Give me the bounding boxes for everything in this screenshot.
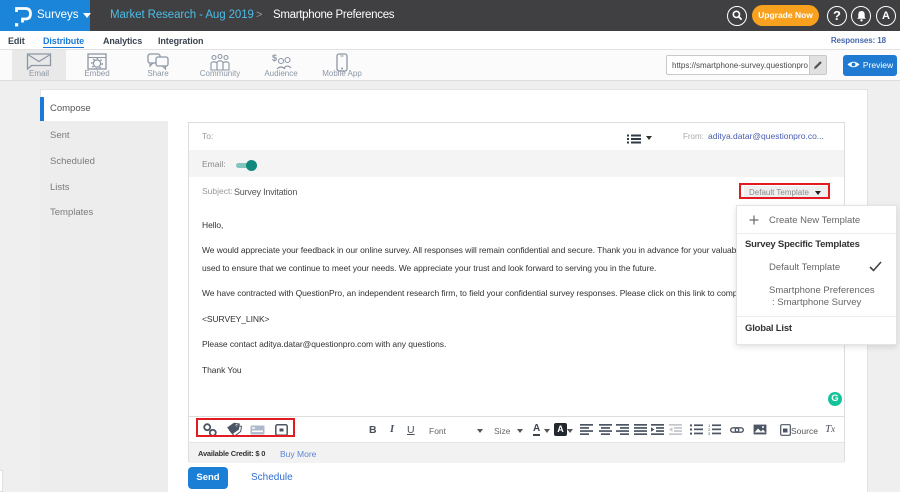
svg-text:$: $ [272, 53, 277, 63]
svg-text:3: 3 [708, 431, 711, 435]
